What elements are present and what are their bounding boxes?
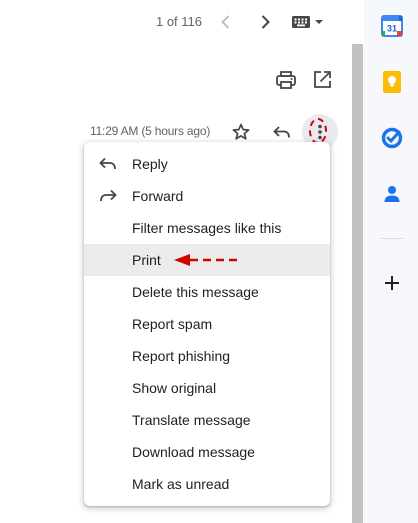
menu-item-label: Report spam xyxy=(132,316,213,332)
star-icon[interactable] xyxy=(229,120,253,144)
add-icon[interactable] xyxy=(380,271,404,295)
menu-item-label: Download message xyxy=(132,444,255,460)
chevron-right-icon[interactable] xyxy=(253,10,277,34)
menu-item-label: Show original xyxy=(132,380,217,396)
menu-item-report-spam[interactable]: Report spam xyxy=(84,308,330,340)
chevron-left-icon[interactable] xyxy=(214,10,238,34)
menu-item-label: Print xyxy=(132,252,161,268)
top-toolbar: 1 of 116 xyxy=(0,0,352,44)
print-icon[interactable] xyxy=(274,68,298,92)
menu-item-label: Report phishing xyxy=(132,348,231,364)
calendar-icon[interactable]: 31 xyxy=(380,14,404,38)
menu-item-show-original[interactable]: Show original xyxy=(84,372,330,404)
keyboard-icon[interactable] xyxy=(290,12,330,32)
message-timestamp: 11:29 AM (5 hours ago) xyxy=(90,124,211,138)
tasks-icon[interactable] xyxy=(380,126,404,150)
menu-item-label: Translate message xyxy=(132,412,251,428)
menu-item-filter-messages[interactable]: Filter messages like this xyxy=(84,212,330,244)
keep-icon[interactable] xyxy=(380,70,404,94)
reply-icon[interactable] xyxy=(270,120,294,144)
mail-view: 1 of 116 11:29 AM (5 hours ago) Reply Fo… xyxy=(0,0,352,523)
forward-icon xyxy=(98,187,118,205)
reply-icon xyxy=(98,155,118,173)
menu-item-print[interactable]: Print xyxy=(84,244,330,276)
menu-item-label: Filter messages like this xyxy=(132,220,282,236)
menu-item-report-phishing[interactable]: Report phishing xyxy=(84,340,330,372)
calendar-day-label: 31 xyxy=(387,24,397,34)
scrollbar-thumb[interactable] xyxy=(352,44,363,523)
menu-item-label: Forward xyxy=(132,188,184,204)
menu-item-delete-message[interactable]: Delete this message xyxy=(84,276,330,308)
menu-item-label: Delete this message xyxy=(132,284,259,300)
message-options-menu: Reply Forward Filter messages like this … xyxy=(84,142,330,506)
side-panel-divider xyxy=(380,238,404,239)
menu-item-download-message[interactable]: Download message xyxy=(84,436,330,468)
menu-item-label: Reply xyxy=(132,156,168,172)
menu-item-translate-message[interactable]: Translate message xyxy=(84,404,330,436)
annotation-arrow xyxy=(174,254,242,266)
menu-item-forward[interactable]: Forward xyxy=(84,180,330,212)
menu-item-mark-as-unread[interactable]: Mark as unread xyxy=(84,468,330,500)
pager-count: 1 of 116 xyxy=(155,14,203,29)
open-in-new-window-icon[interactable] xyxy=(310,68,334,92)
side-panel: 31 xyxy=(364,0,418,523)
menu-item-reply[interactable]: Reply xyxy=(84,148,330,180)
contacts-icon[interactable] xyxy=(380,182,404,206)
menu-item-label: Mark as unread xyxy=(132,476,230,492)
